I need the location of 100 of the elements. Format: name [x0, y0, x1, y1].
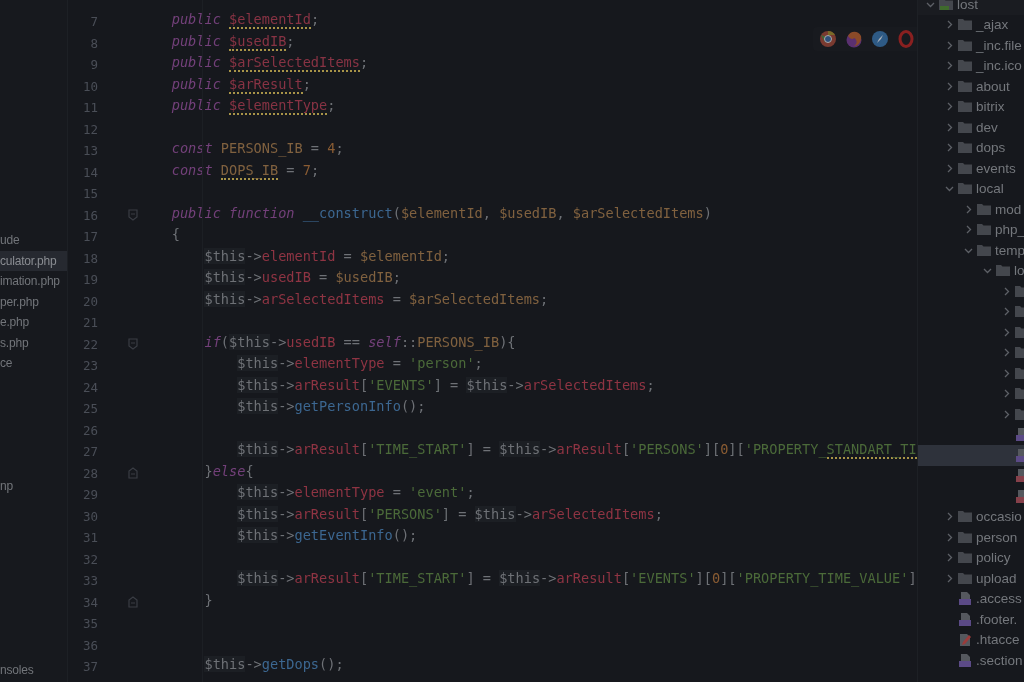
line-number: 33: [81, 573, 98, 589]
line-number: 35: [81, 616, 98, 632]
chevron-right-icon[interactable]: [945, 20, 954, 30]
compass-icon[interactable]: [871, 30, 889, 48]
tree-item[interactable]: person: [918, 527, 1024, 548]
line-number: 10: [81, 78, 98, 94]
tree-item[interactable]: .access: [918, 588, 1024, 609]
code-line: }: [203, 591, 213, 610]
code-line: $this->arResult['EVENTS'] = $this->arSelectedItems;: [236, 376, 655, 395]
file-item[interactable]: nsoles: [0, 659, 67, 680]
file-item[interactable]: per.php: [0, 291, 67, 312]
folder-icon: [939, 0, 953, 11]
tree-item[interactable]: occasio: [918, 506, 1024, 527]
tree-item[interactable]: temp: [918, 240, 1024, 261]
code-line: $this->arResult['TIME_START'] = $this->arResult['PERSONS'][0]['PROPERTY_STANDART_TI: [236, 441, 917, 461]
chevron-right-icon[interactable]: [1002, 327, 1011, 337]
file-item[interactable]: ude: [0, 230, 67, 251]
chevron-right-icon[interactable]: [1002, 348, 1011, 358]
tree-item[interactable]: .htacce: [918, 629, 1024, 650]
tree-item[interactable]: policy: [918, 547, 1024, 568]
code-line: $this->getDops();: [203, 656, 344, 674]
chevron-right-icon[interactable]: [945, 143, 954, 153]
pencil-file-icon: [958, 633, 972, 647]
file-item[interactable]: np: [0, 475, 67, 496]
code-line: $this->elementType = 'person';: [236, 355, 483, 373]
chevron-right-icon[interactable]: [945, 122, 954, 132]
code-line: public $arSelectedItems;: [170, 54, 369, 74]
chevron-right-icon[interactable]: [945, 553, 954, 563]
code-line: $this->getPersonInfo();: [236, 398, 426, 416]
tree-item[interactable]: [918, 445, 1024, 466]
tree-item[interactable]: upload: [918, 568, 1024, 589]
line-number: 36: [81, 637, 98, 653]
folder-icon: [958, 38, 972, 52]
chevron-right-icon[interactable]: [1002, 286, 1011, 296]
chevron-right-icon[interactable]: [945, 102, 954, 112]
chevron-right-icon[interactable]: [964, 204, 973, 214]
tree-item[interactable]: dev: [918, 117, 1024, 138]
tree-item[interactable]: _inc.file: [918, 35, 1024, 56]
line-number: 34: [81, 594, 98, 610]
tree-item[interactable]: .footer.: [918, 609, 1024, 630]
line-number: 11: [81, 100, 98, 116]
line-number: 12: [81, 121, 98, 137]
fold-icon[interactable]: [127, 337, 139, 352]
chevron-right-icon[interactable]: [945, 61, 954, 71]
tree-item[interactable]: mod: [918, 199, 1024, 220]
file-item[interactable]: culator.php: [0, 250, 67, 271]
folder-icon: [958, 18, 972, 32]
tree-item[interactable]: bitrix: [918, 96, 1024, 117]
code-line: $this->usedIB = $usedIB;: [203, 269, 401, 287]
php-file-icon: [958, 592, 972, 606]
file-item[interactable]: e.php: [0, 312, 67, 333]
line-number: 19: [81, 272, 98, 288]
code-line: $this->elementId = $elementId;: [203, 247, 451, 266]
line-number: 21: [81, 315, 98, 331]
fold-icon[interactable]: [127, 466, 139, 481]
line-number: 18: [81, 250, 98, 266]
code-line: $this->getEventInfo();: [236, 527, 418, 545]
tree-item[interactable]: lo: [918, 260, 1024, 281]
line-number: 30: [81, 508, 98, 524]
chevron-right-icon[interactable]: [1002, 409, 1011, 419]
tree-item[interactable]: _ajax: [918, 14, 1024, 35]
code-line: $this->arResult['PERSONS'] = $this->arSelectedItems;: [236, 505, 663, 524]
ring-icon[interactable]: [897, 30, 915, 48]
tree-item[interactable]: .section: [918, 650, 1024, 671]
tree-item[interactable]: local: [918, 178, 1024, 199]
line-number: 8: [89, 35, 98, 51]
chevron-right-icon[interactable]: [964, 225, 973, 235]
php-file-icon: [958, 653, 972, 667]
tree-item[interactable]: about: [918, 76, 1024, 97]
chevron-right-icon[interactable]: [945, 512, 954, 522]
file-item[interactable]: s.php: [0, 332, 67, 353]
code-line: public function __construct($elementId, $usedIB, $arSelectedItems): [170, 204, 712, 224]
chevron-down-icon[interactable]: [983, 266, 992, 276]
chevron-down-icon[interactable]: [945, 184, 954, 194]
chevron-right-icon[interactable]: [945, 81, 954, 91]
line-number: 23: [81, 358, 98, 374]
line-number: 22: [81, 336, 98, 352]
file-item[interactable]: imation.php: [0, 271, 67, 292]
code-line: }else{: [203, 462, 254, 481]
chevron-right-icon[interactable]: [945, 163, 954, 173]
folder-icon: [958, 141, 972, 155]
tree-item[interactable]: _inc.ico: [918, 55, 1024, 76]
tree-item[interactable]: events: [918, 158, 1024, 179]
tree-item[interactable]: dops: [918, 137, 1024, 158]
code-line: public $arResult;: [170, 75, 311, 96]
line-number: 7: [89, 14, 98, 30]
code-line: $this->arResult['TIME_START'] = $this->arResult['EVENTS'][0]['PROPERTY_TIME_VALUE']: [236, 570, 917, 589]
chevron-right-icon[interactable]: [945, 532, 954, 542]
flame-circle-icon[interactable]: [845, 30, 863, 48]
chevron-down-icon[interactable]: [926, 0, 935, 9]
chevron-right-icon[interactable]: [945, 573, 954, 583]
fold-icon[interactable]: [127, 208, 139, 223]
chevron-right-icon[interactable]: [1002, 368, 1011, 378]
circle-icon[interactable]: [819, 30, 837, 48]
folder-icon: [958, 161, 972, 175]
chevron-right-icon[interactable]: [945, 40, 954, 50]
chevron-right-icon[interactable]: [1002, 389, 1011, 399]
fold-icon[interactable]: [127, 595, 139, 610]
file-item[interactable]: ce: [0, 353, 67, 374]
chevron-right-icon[interactable]: [1002, 307, 1011, 317]
